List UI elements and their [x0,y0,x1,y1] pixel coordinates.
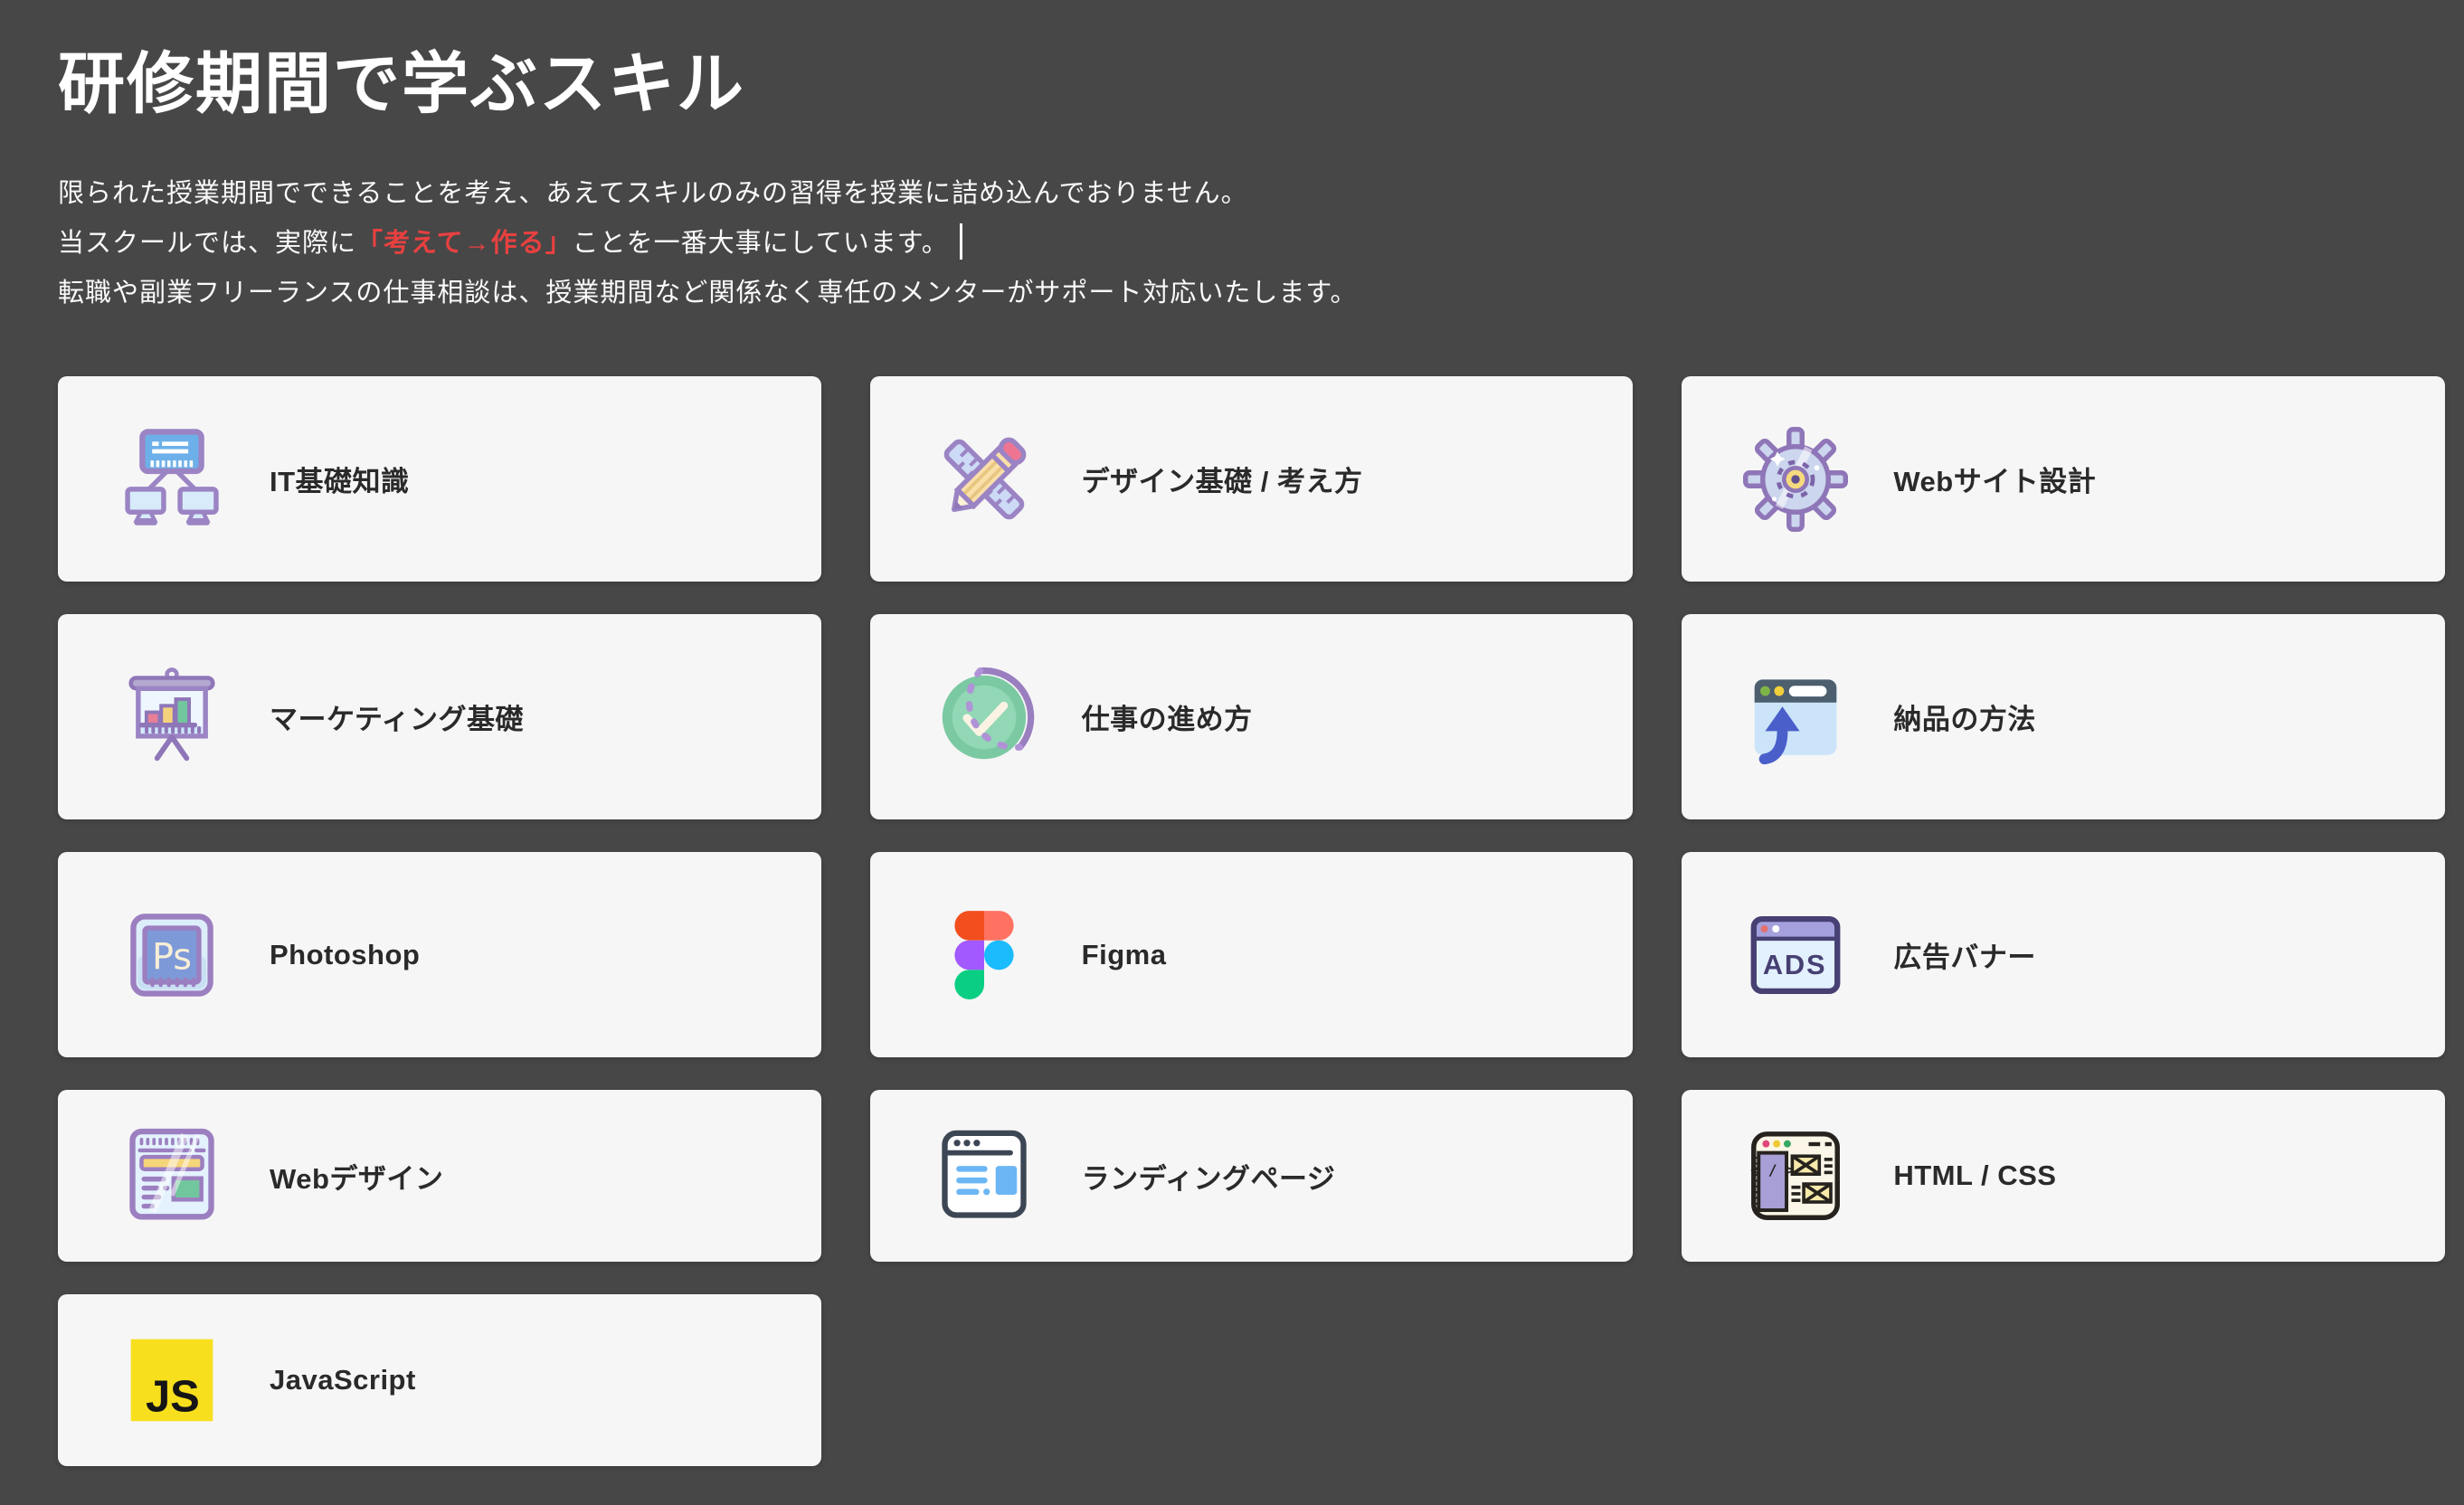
skill-card-javascript[interactable]: JS JavaScript [58,1294,821,1466]
skill-card-website-planning[interactable]: Webサイト設計 [1682,376,2445,582]
skill-card-label: Figma [1082,939,1167,971]
skill-card-label: Webデザイン [270,1156,443,1197]
skill-card-ad-banner[interactable]: ADS 広告バナー [1682,852,2445,1057]
skill-card-web-design[interactable]: Webデザイン [58,1090,821,1262]
skill-card-label: ランディングページ [1082,1156,1336,1197]
intro-line-2: 当スクールでは、実際に「考えて→作る」ことを一番大事にしています。 [58,219,2445,269]
skill-card-label: 仕事の進め方 [1082,696,1253,737]
skill-card-label: HTML / CSS [1893,1160,2056,1192]
skill-card-label: 納品の方法 [1893,696,2036,737]
skill-card-design-basics[interactable]: デザイン基礎 / 考え方 [870,376,1634,582]
web-layout-icon [119,1123,224,1228]
skill-card-label: IT基礎知識 [270,459,410,499]
highlighted-phrase: 「考えて→作る」 [356,229,573,258]
skill-card-marketing-basics[interactable]: マーケティング基礎 [58,614,821,819]
code-window-icon: < / > [1743,1123,1848,1228]
skills-grid: IT基礎知識 [58,376,2445,1466]
skill-card-label: Webサイト設計 [1893,459,2096,499]
skill-card-label: Photoshop [270,939,420,971]
ads-banner-icon: ADS [1743,903,1848,1008]
text-cursor [960,223,962,260]
intro-line-1: 限られた授業期間でできることを考え、あえてスキルのみの習得を授業に詰め込んでおり… [58,169,2445,219]
intro-line-3: 転職や副業フリーランスの仕事相談は、授業期間など関係なく専任のメンターがサポート… [58,269,2445,318]
figma-icon [932,903,1037,1008]
skill-card-work-process[interactable]: 仕事の進め方 [870,614,1634,819]
skill-card-html-css[interactable]: < / > HTML / CSS [1682,1090,2445,1262]
skill-card-label: マーケティング基礎 [270,696,524,737]
svg-text:ADS: ADS [1763,949,1826,980]
skill-card-delivery-method[interactable]: 納品の方法 [1682,614,2445,819]
skill-card-photoshop[interactable]: Ps Photoshop [58,852,821,1057]
svg-text:Ps: Ps [152,936,192,978]
gear-icon [1743,427,1848,532]
photoshop-icon: Ps [119,903,224,1008]
page-title: 研修期間で学ぶスキル [58,47,2445,120]
skill-card-figma[interactable]: Figma [870,852,1634,1057]
browser-upload-icon [1743,665,1848,770]
landing-page-icon [932,1123,1037,1228]
skills-section: 研修期間で学ぶスキル 限られた授業期間でできることを考え、あえてスキルのみの習得… [0,0,2464,1505]
skill-card-label: JavaScript [270,1364,416,1396]
ruler-pencil-icon [932,427,1037,532]
presentation-chart-icon [119,665,224,770]
svg-text:JS: JS [146,1373,200,1422]
skill-card-it-basics[interactable]: IT基礎知識 [58,376,821,582]
skill-card-label: デザイン基礎 / 考え方 [1082,459,1363,499]
skill-card-landing-page[interactable]: ランディングページ [870,1090,1634,1262]
javascript-icon: JS [119,1328,224,1433]
intro-text[interactable]: 限られた授業期間でできることを考え、あえてスキルのみの習得を授業に詰め込んでおり… [58,169,2445,318]
skill-card-label: 広告バナー [1893,934,2036,975]
check-circle-icon [932,665,1037,770]
network-computers-icon [119,427,224,532]
